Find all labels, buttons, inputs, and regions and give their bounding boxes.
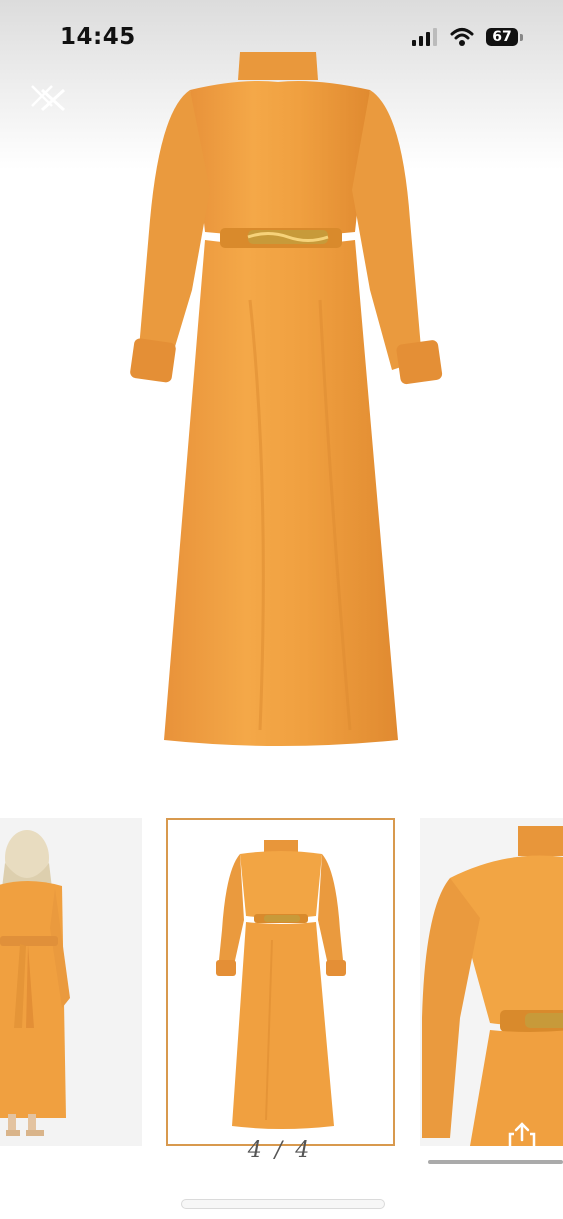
thumbnail-strip [0,818,563,1148]
thumbnail-front-view-selected[interactable] [166,818,395,1146]
front-view-image [216,840,346,1129]
left-cuff [130,338,176,383]
home-indicator[interactable] [181,1199,385,1209]
closeup-view-image [422,826,563,1146]
status-time: 14:45 [60,24,136,50]
image-counter: 4 / 4 [247,1138,313,1163]
status-bar: 14:45 67 [0,0,563,70]
main-product-image[interactable] [120,40,460,760]
back-view-image [0,830,70,1136]
battery-level: 67 [492,29,512,45]
share-icon[interactable] [506,1120,538,1152]
wifi-icon [450,28,474,46]
thumbnail-closeup-view[interactable] [420,818,563,1146]
dress-bodice [190,81,370,236]
horizontal-scroll-indicator [428,1160,563,1164]
battery-cap [520,34,523,41]
cellular-signal-icon [412,28,437,46]
right-cuff [396,340,443,385]
dress-skirt [164,240,398,746]
thumbnail-back-view[interactable] [0,818,142,1146]
close-icon[interactable] [28,80,68,114]
